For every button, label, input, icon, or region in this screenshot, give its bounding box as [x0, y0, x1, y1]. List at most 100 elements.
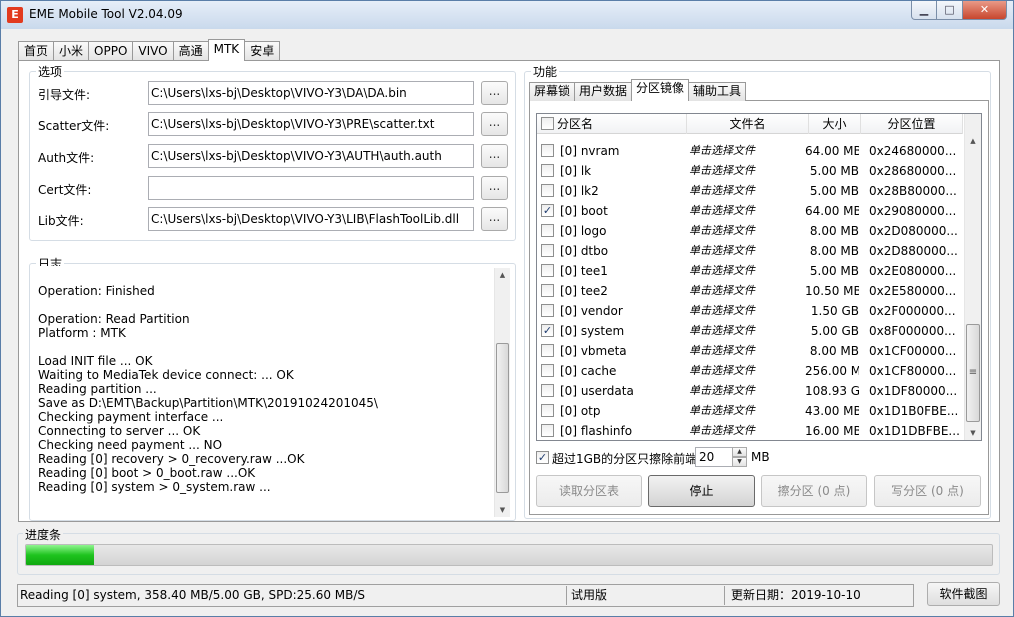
auth-file-browse-button[interactable]: ... [481, 144, 508, 168]
log-output[interactable]: Operation: Finished Operation: Read Parti… [31, 266, 510, 517]
partition-checkbox[interactable] [541, 384, 554, 397]
partition-file[interactable]: 单击选择文件 [689, 181, 807, 201]
partition-location: 0x1CF80000... [869, 364, 957, 378]
partition-checkbox[interactable] [541, 244, 554, 257]
partition-file[interactable]: 单击选择文件 [689, 281, 807, 301]
log-scrollbar[interactable]: ▲ ▼ [494, 268, 510, 517]
table-row[interactable]: [0] cache 单击选择文件256.00 MB 0x1CF80000... [537, 361, 963, 381]
write-partition-button[interactable]: 写分区 (0 点) [874, 475, 981, 507]
column-header-size[interactable]: 大小 [809, 114, 861, 134]
close-button[interactable]: ✕ [963, 1, 1007, 20]
partition-size: 10.50 MB [805, 284, 859, 298]
partition-file[interactable]: 单击选择文件 [689, 381, 807, 401]
minimize-button[interactable]: ▁ [911, 1, 937, 20]
partition-file[interactable]: 单击选择文件 [689, 261, 807, 281]
partition-file[interactable]: 单击选择文件 [689, 301, 807, 321]
function-tab-3[interactable]: 辅助工具 [688, 82, 747, 101]
tab-2[interactable]: OPPO [88, 41, 134, 61]
function-tab-1[interactable]: 用户数据 [574, 82, 633, 101]
scroll-up-arrow-icon[interactable]: ▲ [965, 134, 981, 148]
cert-file-browse-button[interactable]: ... [481, 176, 508, 200]
table-row[interactable]: [0] dtbo 单击选择文件 8.00 MB 0x2D880000... [537, 241, 963, 261]
tab-6[interactable]: 安卓 [244, 41, 281, 61]
partition-checkbox[interactable]: ✓ [541, 204, 554, 217]
partition-checkbox[interactable] [541, 264, 554, 277]
lib-file-input[interactable]: C:\Users\lxs-bj\Desktop\VIVO-Y3\LIB\Flas… [148, 207, 474, 231]
partition-file[interactable]: 单击选择文件 [689, 421, 807, 440]
table-row[interactable]: [0] tee1 单击选择文件 5.00 MB 0x2E080000... [537, 261, 963, 281]
column-header-name[interactable]: 分区名 [557, 114, 687, 134]
title-bar[interactable]: E EME Mobile Tool V2.04.09 ▁ □ ✕ [1, 1, 1013, 29]
partition-file[interactable]: 单击选择文件 [689, 221, 807, 241]
partition-checkbox[interactable] [541, 224, 554, 237]
partition-location: 0x29080000... [869, 204, 957, 218]
partition-file[interactable]: 单击选择文件 [689, 201, 807, 221]
partition-checkbox[interactable] [541, 144, 554, 157]
boot-file-browse-button[interactable]: ... [481, 81, 508, 105]
partition-file[interactable]: 单击选择文件 [689, 401, 807, 421]
partition-list[interactable]: 分区名 文件名 大小 分区位置 [0] nvram 单击选择文件 64.00 MB 0… [536, 113, 982, 441]
auth-file-input[interactable]: C:\Users\lxs-bj\Desktop\VIVO-Y3\AUTH\aut… [148, 144, 474, 168]
stepper-up-icon[interactable]: ▲ [732, 447, 747, 457]
table-row[interactable]: [0] nvram 单击选择文件 64.00 MB 0x24680000... [537, 141, 963, 161]
table-row[interactable]: [0] otp 单击选择文件 43.00 MB 0x1D1B0FBE... [537, 401, 963, 421]
table-row[interactable]: [0] lk2 单击选择文件 5.00 MB 0x28B80000... [537, 181, 963, 201]
partition-checkbox[interactable] [541, 284, 554, 297]
read-partition-table-button[interactable]: 读取分区表 [536, 475, 642, 507]
partition-checkbox[interactable] [541, 424, 554, 437]
partition-file[interactable]: 单击选择文件 [689, 321, 807, 341]
table-row[interactable]: ✓ [0] boot 单击选择文件 64.00 MB 0x29080000... [537, 201, 963, 221]
partition-file[interactable]: 单击选择文件 [689, 241, 807, 261]
table-row[interactable]: [0] userdata 单击选择文件108.93 GB 0x1DF80000... [537, 381, 963, 401]
function-tab-0[interactable]: 屏幕锁 [529, 82, 576, 101]
partition-checkbox[interactable]: ✓ [541, 324, 554, 337]
partition-checkbox[interactable] [541, 364, 554, 377]
table-row[interactable]: [0] lk 单击选择文件 5.00 MB 0x28680000... [537, 161, 963, 181]
function-tab-2[interactable]: 分区镜像 [631, 79, 690, 101]
column-header-location[interactable]: 分区位置 [861, 114, 963, 134]
erase-size-input[interactable]: 20 [695, 447, 733, 467]
stop-button[interactable]: 停止 [648, 475, 755, 507]
partition-file[interactable]: 单击选择文件 [689, 341, 807, 361]
cert-file-input[interactable] [148, 176, 474, 200]
stepper-down-icon[interactable]: ▼ [732, 457, 747, 467]
log-scroll-thumb[interactable] [496, 343, 509, 493]
table-row[interactable]: [0] vendor 单击选择文件 1.50 GB 0x2F000000... [537, 301, 963, 321]
partition-list-scrollbar[interactable]: ▲ ≡ ▼ [964, 114, 981, 440]
table-row[interactable]: [0] vbmeta 单击选择文件 8.00 MB 0x1CF00000... [537, 341, 963, 361]
partition-checkbox[interactable] [541, 184, 554, 197]
partition-file[interactable]: 单击选择文件 [689, 361, 807, 381]
partition-scroll-thumb[interactable]: ≡ [966, 324, 980, 422]
erase-size-stepper[interactable]: ▲ ▼ [732, 447, 747, 467]
table-row[interactable]: ✓ [0] system 单击选择文件 5.00 GB 0x8F000000... [537, 321, 963, 341]
scroll-down-arrow-icon[interactable]: ▼ [495, 503, 510, 517]
tab-3[interactable]: VIVO [132, 41, 174, 61]
scroll-up-arrow-icon[interactable]: ▲ [495, 268, 510, 282]
tab-0[interactable]: 首页 [18, 41, 55, 61]
partition-file[interactable]: 单击选择文件 [689, 161, 807, 181]
partition-checkbox[interactable] [541, 344, 554, 357]
boot-file-input[interactable]: C:\Users\lxs-bj\Desktop\VIVO-Y3\DA\DA.bi… [148, 81, 474, 105]
partition-file[interactable]: 单击选择文件 [689, 141, 807, 161]
partition-checkbox[interactable] [541, 164, 554, 177]
table-row[interactable]: [0] tee2 单击选择文件 10.50 MB 0x2E580000... [537, 281, 963, 301]
tab-4[interactable]: 高通 [172, 41, 209, 61]
scatter-file-input[interactable]: C:\Users\lxs-bj\Desktop\VIVO-Y3\PRE\scat… [148, 112, 474, 136]
scroll-down-arrow-icon[interactable]: ▼ [965, 426, 981, 440]
table-row[interactable]: [0] flashinfo 单击选择文件 16.00 MB 0x1D1DBFBE... [537, 421, 963, 440]
partition-checkbox[interactable] [541, 304, 554, 317]
select-all-checkbox[interactable] [541, 117, 554, 130]
partition-location: 0x2D080000... [869, 224, 958, 238]
column-header-file[interactable]: 文件名 [687, 114, 809, 134]
erase-front-checkbox[interactable]: ✓ [536, 451, 549, 464]
tab-1[interactable]: 小米 [53, 41, 90, 61]
tab-5[interactable]: MTK [207, 39, 246, 61]
partition-checkbox[interactable] [541, 404, 554, 417]
erase-partition-button[interactable]: 擦分区 (0 点) [761, 475, 867, 507]
lib-file-label: Lib文件: [38, 214, 84, 228]
scatter-file-browse-button[interactable]: ... [481, 112, 508, 136]
maximize-button[interactable]: □ [937, 1, 963, 20]
lib-file-browse-button[interactable]: ... [481, 207, 508, 231]
table-row[interactable]: [0] logo 单击选择文件 8.00 MB 0x2D080000... [537, 221, 963, 241]
software-screenshot-button[interactable]: 软件截图 [927, 582, 1000, 606]
